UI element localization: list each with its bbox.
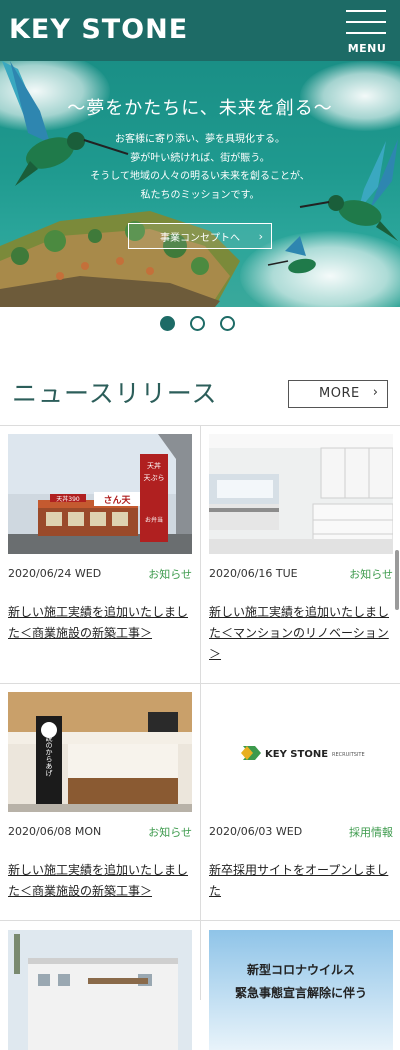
news-category[interactable]: 採用情報 xyxy=(349,824,393,840)
news-date: 2020/06/03 WED xyxy=(209,825,303,838)
logo-text: KEY STONE xyxy=(265,749,328,760)
covid-notice: 新型コロナウイルス 緊急事態宣言解除に伴う xyxy=(209,930,393,1050)
notice-text: 緊急事態宣言解除に伴う xyxy=(235,985,367,1000)
news-card[interactable] xyxy=(8,930,192,1050)
concept-button-label: 事業コンセプトへ xyxy=(160,232,240,244)
news-card[interactable]: 2020/06/16 TUE お知らせ 新しい施工実績を追加いたしました＜マンシ… xyxy=(209,434,393,674)
news-thumbnail[interactable] xyxy=(209,434,393,554)
sign-text: さん天 xyxy=(103,495,131,506)
page-scrollbar[interactable] xyxy=(395,550,399,610)
sign-text: 天丼390 xyxy=(56,495,80,503)
carousel-dot-1[interactable] xyxy=(160,316,175,331)
building-photo xyxy=(8,930,192,1050)
menu-bar-icon xyxy=(346,10,386,12)
restaurant-counter-photo: 伝説のからあげ xyxy=(8,692,192,812)
hero-line: お客様に寄り添い、夢を具現化する。 xyxy=(115,134,285,145)
news-thumbnail[interactable]: KEY STONE RECRUITSITE xyxy=(209,692,393,812)
site-logo[interactable]: KEY STONE xyxy=(9,14,188,45)
news-date: 2020/06/16 TUE xyxy=(209,567,298,580)
grid-divider xyxy=(0,683,400,684)
news-thumbnail[interactable]: 新型コロナウイルス 緊急事態宣言解除に伴う xyxy=(209,930,393,1050)
news-date: 2020/06/08 MON xyxy=(8,825,102,838)
grid-divider xyxy=(200,425,201,1000)
site-header: KEY STONE MENU xyxy=(0,0,400,61)
news-title-link[interactable]: 新しい施工実績を追加いたしました＜マンションのリノベーション＞ xyxy=(209,602,393,665)
menu-bar-icon xyxy=(346,21,386,23)
grid-divider xyxy=(0,920,400,921)
more-button[interactable]: MORE › xyxy=(288,380,388,408)
news-thumbnail[interactable]: 伝説のからあげ xyxy=(8,692,192,812)
hero-slider: 〜夢をかたちに、未来を創る〜 お客様に寄り添い、夢を具現化する。 夢が叶い続けれ… xyxy=(0,61,400,307)
news-card[interactable]: 新型コロナウイルス 緊急事態宣言解除に伴う xyxy=(209,930,393,1050)
chevron-right-icon: › xyxy=(258,230,263,243)
carousel-dot-3[interactable] xyxy=(220,316,235,331)
news-category[interactable]: お知らせ xyxy=(148,824,192,840)
menu-bar-icon xyxy=(346,32,386,34)
news-category[interactable]: お知らせ xyxy=(349,566,393,582)
sign-text: お弁当 xyxy=(145,516,163,524)
news-card[interactable]: KEY STONE RECRUITSITE 2020/06/03 WED 採用情… xyxy=(209,692,393,912)
news-card[interactable]: さん天 天丼 天ぷら お弁当 天丼390 2020/06/24 WED お知らせ… xyxy=(8,434,192,674)
carousel-pagination xyxy=(0,316,400,334)
news-title-link[interactable]: 新卒採用サイトをオープンしました xyxy=(209,860,393,902)
news-title-link[interactable]: 新しい施工実績を追加いたしました＜商業施設の新築工事＞ xyxy=(8,860,192,902)
carousel-dot-2[interactable] xyxy=(190,316,205,331)
concept-button[interactable]: 事業コンセプトへ › xyxy=(128,223,272,249)
hero-line: 夢が叶い続ければ、街が賑う。 xyxy=(130,152,270,164)
news-card[interactable]: 伝説のからあげ 2020/06/08 MON お知らせ 新しい施工実績を追加いた… xyxy=(8,692,192,912)
news-thumbnail[interactable]: さん天 天丼 天ぷら お弁当 天丼390 xyxy=(8,434,192,554)
chevron-right-icon: › xyxy=(372,385,378,400)
news-title-link[interactable]: 新しい施工実績を追加いたしました＜商業施設の新築工事＞ xyxy=(8,602,192,644)
news-category[interactable]: お知らせ xyxy=(148,566,192,582)
hero-description: お客様に寄り添い、夢を具現化する。 夢が叶い続ければ、街が賑う。 そうして地域の… xyxy=(0,131,400,205)
recruit-logo: KEY STONE RECRUITSITE xyxy=(209,692,393,812)
news-section-title: ニュースリリース xyxy=(12,379,218,408)
sign-text: 天丼 xyxy=(147,461,161,470)
hero-title: 〜夢をかたちに、未来を創る〜 xyxy=(67,98,333,119)
kitchen-photo xyxy=(209,434,393,554)
hero-line: そうして地域の人々の明るい未来を創ることが、 xyxy=(90,171,310,182)
news-thumbnail[interactable] xyxy=(8,930,192,1050)
more-button-label: MORE xyxy=(319,386,360,401)
logo-subtext: RECRUITSITE xyxy=(332,752,365,758)
notice-text: 新型コロナウイルス xyxy=(247,962,355,977)
menu-button[interactable]: MENU xyxy=(344,10,388,56)
storefront-photo: さん天 天丼 天ぷら お弁当 天丼390 xyxy=(8,434,192,554)
news-date: 2020/06/24 WED xyxy=(8,567,102,580)
hero-line: 私たちのミッションです。 xyxy=(140,189,260,201)
sign-text: 天ぷら xyxy=(144,474,165,482)
menu-label: MENU xyxy=(347,42,387,55)
sign-text: 伝説のからあげ xyxy=(45,727,53,778)
